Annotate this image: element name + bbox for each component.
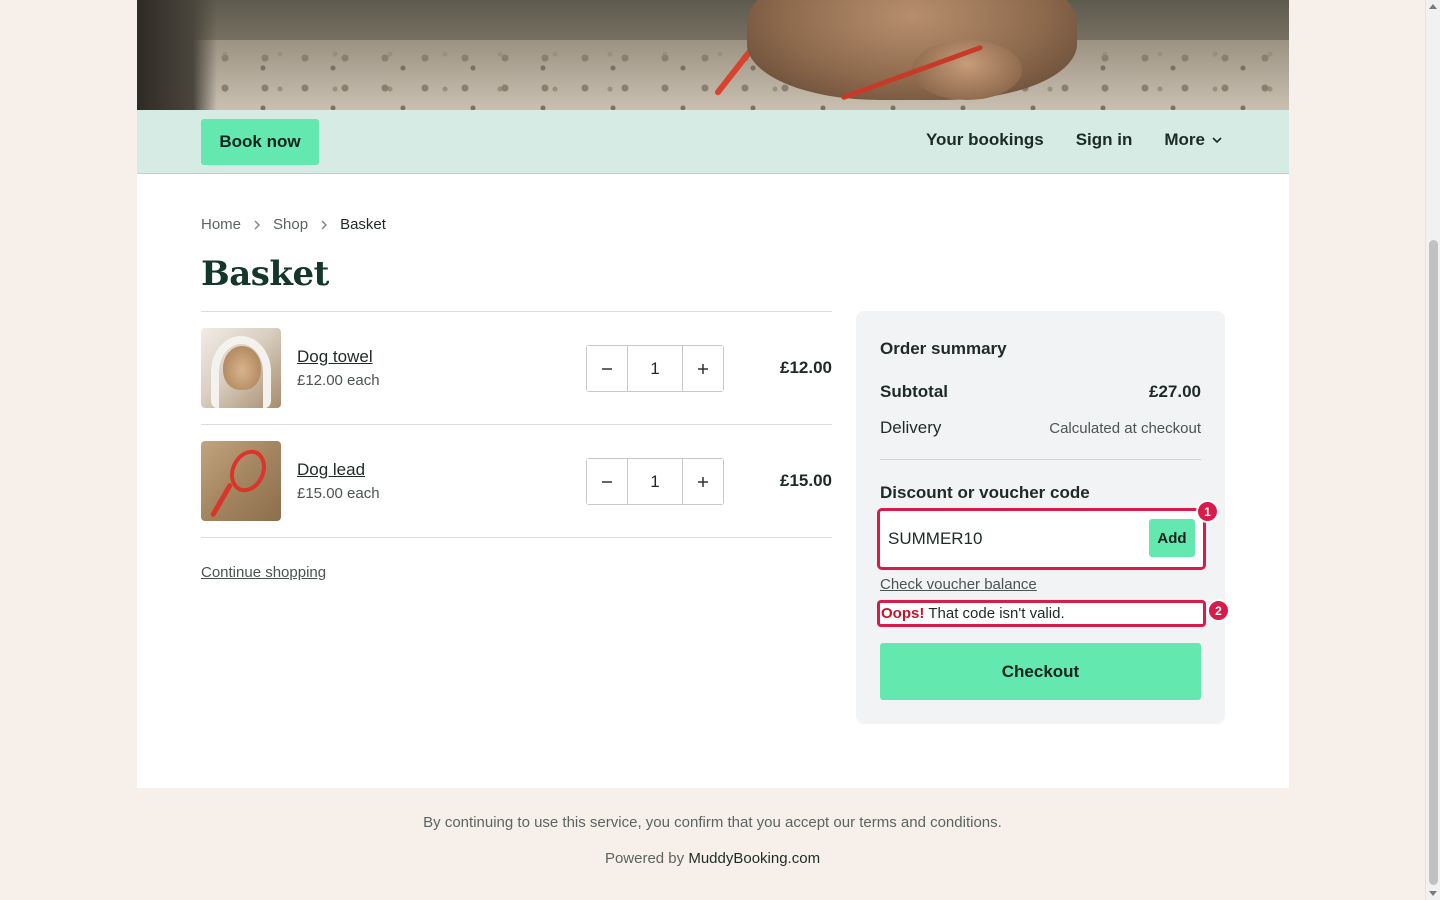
item-total-price: £15.00 <box>780 471 832 490</box>
voucher-field-group: Add <box>877 508 1206 570</box>
chevron-down-icon <box>1212 137 1222 144</box>
item-total-price: £12.00 <box>780 358 832 377</box>
breadcrumb: Home Shop Basket <box>201 216 386 233</box>
book-now-button[interactable]: Book now <box>201 119 319 165</box>
quantity-input[interactable]: 1 <box>628 346 682 391</box>
main-content: Home Shop Basket Basket Dog towel £12.00… <box>137 174 1289 788</box>
chevron-right-icon <box>254 220 261 229</box>
scroll-up-arrow-icon[interactable] <box>1429 4 1437 9</box>
nav-more-menu[interactable]: More <box>1164 130 1223 150</box>
plus-icon <box>698 476 708 487</box>
powered-by-prefix: Powered by <box>604 850 685 867</box>
chevron-right-icon <box>321 220 328 229</box>
nav-sign-in[interactable]: Sign in <box>1076 130 1133 150</box>
hero-ground <box>137 40 1289 110</box>
powered-by-brand-link[interactable]: MuddyBooking.com <box>688 850 820 867</box>
breadcrumb-basket: Basket <box>340 216 386 233</box>
error-strong-text: Oops! <box>881 605 925 622</box>
page-frame: Book now Your bookings Sign in More Home… <box>137 0 1289 788</box>
item-name-link[interactable]: Dog lead <box>297 460 365 480</box>
item-unit-price: £15.00 each <box>297 485 380 502</box>
subtotal-value: £27.00 <box>1149 382 1201 401</box>
breadcrumb-shop[interactable]: Shop <box>273 216 308 233</box>
item-unit-price: £12.00 each <box>297 372 380 389</box>
summary-divider <box>880 459 1201 460</box>
top-navbar: Book now Your bookings Sign in More <box>137 110 1289 174</box>
basket-item: Dog towel £12.00 each 1 £12.00 <box>201 312 832 425</box>
nav-more-label: More <box>1164 130 1205 149</box>
footer-powered-by: Powered by MuddyBooking.com <box>0 850 1425 867</box>
voucher-error-message: Oops! That code isn't valid. <box>877 600 1206 627</box>
subtotal-label: Subtotal <box>880 382 948 401</box>
plus-icon <box>698 363 708 374</box>
order-summary-panel: Order summary Subtotal £27.00 Delivery C… <box>856 311 1230 724</box>
delivery-row: Delivery Calculated at checkout <box>880 418 1201 438</box>
nav-your-bookings[interactable]: Your bookings <box>926 130 1044 150</box>
check-voucher-balance-link[interactable]: Check voucher balance <box>880 576 1037 593</box>
annotation-badge-2: 2 <box>1207 599 1230 622</box>
order-summary-title: Order summary <box>880 339 1007 358</box>
scrollbar-thumb[interactable] <box>1429 240 1438 885</box>
dog-lead-photo <box>201 441 281 521</box>
page-title: Basket <box>201 254 329 294</box>
increase-quantity-button[interactable] <box>682 459 723 504</box>
hero-image <box>137 0 1289 110</box>
decrease-quantity-button[interactable] <box>587 346 628 391</box>
checkout-button[interactable]: Checkout <box>880 643 1201 700</box>
annotation-badge-1: 1 <box>1196 500 1219 523</box>
nav-links: Your bookings Sign in More <box>926 130 1223 150</box>
continue-shopping-link[interactable]: Continue shopping <box>201 564 326 581</box>
minus-icon <box>602 480 612 483</box>
quantity-stepper: 1 <box>586 458 724 505</box>
discount-label: Discount or voucher code <box>880 483 1090 502</box>
dog-towel-photo <box>201 328 281 408</box>
lead-loop <box>223 443 273 499</box>
hero-dog <box>747 0 1077 100</box>
delivery-value: Calculated at checkout <box>1049 420 1201 437</box>
towel-cloth <box>211 336 271 408</box>
minus-icon <box>602 367 612 370</box>
item-name-link[interactable]: Dog towel <box>297 347 373 367</box>
add-voucher-button[interactable]: Add <box>1149 519 1195 557</box>
decrease-quantity-button[interactable] <box>587 459 628 504</box>
vertical-scrollbar[interactable] <box>1425 0 1440 900</box>
lead-strap <box>209 482 234 518</box>
quantity-input[interactable]: 1 <box>628 459 682 504</box>
basket-item: Dog lead £15.00 each 1 £15.00 <box>201 425 832 538</box>
basket-items: Dog towel £12.00 each 1 £12.00 Dog lead … <box>201 311 832 538</box>
delivery-label: Delivery <box>880 418 942 437</box>
voucher-code-input[interactable] <box>888 519 1138 559</box>
subtotal-row: Subtotal £27.00 <box>880 382 1201 402</box>
breadcrumb-home[interactable]: Home <box>201 216 241 233</box>
error-text: That code isn't valid. <box>928 605 1065 622</box>
scroll-down-arrow-icon[interactable] <box>1429 891 1437 896</box>
increase-quantity-button[interactable] <box>682 346 723 391</box>
footer-terms-text: By continuing to use this service, you c… <box>423 814 1002 831</box>
quantity-stepper: 1 <box>586 345 724 392</box>
hero-shadow <box>137 0 217 110</box>
